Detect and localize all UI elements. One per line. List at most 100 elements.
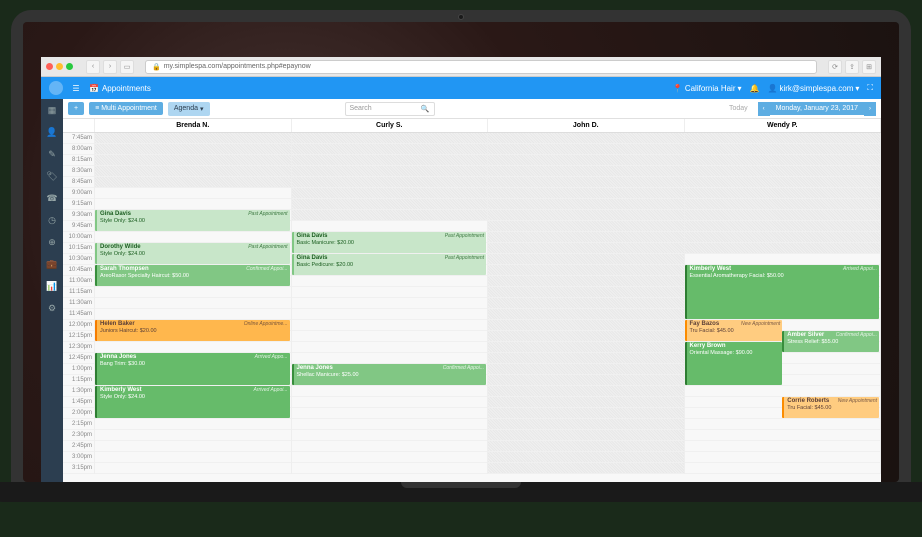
- time-label: 11:00am: [63, 276, 94, 287]
- calendar-toolbar: + ≡ Multi Appointment Agenda ▾ Search: [63, 99, 881, 119]
- staff-column[interactable]: [488, 133, 685, 474]
- appointment-block[interactable]: Gina DavisBasic Manicure: $20.00Past App…: [292, 232, 487, 253]
- staff-column[interactable]: Gina DavisBasic Manicure: $20.00Past App…: [292, 133, 489, 474]
- tab-label: Appointments: [102, 84, 151, 93]
- staff-column-header[interactable]: Brenda N.: [95, 119, 292, 132]
- person-icon[interactable]: 👤: [45, 125, 59, 139]
- app-logo[interactable]: [49, 81, 63, 95]
- appointment-service: AreoRasor Specialty Haircut: $50.00: [100, 273, 287, 280]
- time-label: 10:00am: [63, 232, 94, 243]
- time-label: 12:45pm: [63, 353, 94, 364]
- time-label: 11:45am: [63, 309, 94, 320]
- window-close[interactable]: [46, 63, 53, 70]
- appointment-block[interactable]: Sarah ThompsenAreoRasor Specialty Haircu…: [95, 265, 290, 286]
- multi-appointment-button[interactable]: ≡ Multi Appointment: [89, 102, 163, 115]
- appointment-block[interactable]: Jenna JonesShellac Manicure: $25.00Confi…: [292, 364, 487, 385]
- url-bar[interactable]: 🔒 my.simplespa.com/appointments.php#epay…: [145, 60, 817, 74]
- menu-icon[interactable]: ☰: [68, 80, 84, 96]
- time-label: 3:00pm: [63, 452, 94, 463]
- clock-icon[interactable]: ◷: [45, 213, 59, 227]
- appointment-block[interactable]: Dorothy WildeStyle Only: $24.00Past Appo…: [95, 243, 290, 264]
- user-menu[interactable]: 👤 kirk@simplespa.com ▾: [767, 84, 859, 93]
- appointment-block[interactable]: Helen BakerJuniors Haircut: $20.00Online…: [95, 320, 290, 341]
- appointment-block[interactable]: Kerry BrownOriental Massage: $90.00: [685, 342, 783, 385]
- window-maximize[interactable]: [66, 63, 73, 70]
- appointment-block[interactable]: Corrie RobertsTru Facial: $45.00New Appo…: [782, 397, 879, 418]
- time-label: 9:45am: [63, 221, 94, 232]
- appointment-service: Basic Pedicure: $20.00: [297, 262, 484, 269]
- time-label: 10:30am: [63, 254, 94, 265]
- appointment-block[interactable]: Kimberly WestEssential Aromatherapy Faci…: [685, 265, 880, 319]
- time-label: 7:45am: [63, 133, 94, 144]
- time-label: 12:30pm: [63, 342, 94, 353]
- browser-window: ‹ › ▭ 🔒 my.simplespa.com/appointments.ph…: [41, 57, 881, 482]
- app-sidebar: ▦ 👤 ✎ 🏷 ☎ ◷ ⊕ 💼 📊 ⚙: [41, 99, 63, 482]
- globe-icon[interactable]: ⊕: [45, 235, 59, 249]
- tag-icon[interactable]: 🏷: [45, 169, 59, 183]
- appointment-status: Confirmed Appoi...: [246, 266, 287, 273]
- appointment-block[interactable]: Amber SilverStress Relief: $55.00Confirm…: [782, 331, 879, 352]
- today-button[interactable]: Today: [724, 102, 753, 115]
- appointment-block[interactable]: Gina DavisBasic Pedicure: $20.00Past App…: [292, 254, 487, 275]
- chart-icon[interactable]: 📊: [45, 279, 59, 293]
- staff-column-header[interactable]: Curly S.: [292, 119, 489, 132]
- pencil-icon[interactable]: ✎: [45, 147, 59, 161]
- staff-column[interactable]: Gina DavisStyle Only: $24.00Past Appoint…: [95, 133, 292, 474]
- appointment-service: Tru Facial: $45.00: [787, 405, 876, 412]
- dashboard-icon[interactable]: ▦: [45, 103, 59, 117]
- location-name: California Hair: [685, 84, 736, 93]
- time-label: 8:45am: [63, 177, 94, 188]
- appointment-block[interactable]: Jenna JonesBang Trim: $30.00Arrived Appo…: [95, 353, 290, 385]
- location-selector[interactable]: 📍 California Hair ▾: [673, 84, 742, 93]
- time-label: 3:15pm: [63, 463, 94, 474]
- time-label: 8:30am: [63, 166, 94, 177]
- time-label: 2:00pm: [63, 408, 94, 419]
- briefcase-icon[interactable]: 💼: [45, 257, 59, 271]
- next-day-button[interactable]: ›: [864, 102, 876, 116]
- appointments-tab[interactable]: 📅 Appointments: [89, 84, 151, 93]
- gear-icon[interactable]: ⚙: [45, 301, 59, 315]
- tabs-button[interactable]: ⊞: [862, 60, 876, 74]
- staff-column-header[interactable]: Wendy P.: [685, 119, 882, 132]
- phone-icon[interactable]: ☎: [45, 191, 59, 205]
- time-label: 11:15am: [63, 287, 94, 298]
- forward-button[interactable]: ›: [103, 60, 117, 74]
- appointment-service: Bang Trim: $30.00: [100, 361, 287, 368]
- time-label: 1:15pm: [63, 375, 94, 386]
- agenda-button[interactable]: Agenda ▾: [168, 102, 210, 116]
- user-icon: 👤: [767, 84, 777, 93]
- time-label: 9:15am: [63, 199, 94, 210]
- bell-icon[interactable]: 🔔: [750, 84, 760, 93]
- time-label: 8:15am: [63, 155, 94, 166]
- calendar-icon: 📅: [89, 84, 99, 93]
- staff-column[interactable]: Kimberly WestEssential Aromatherapy Faci…: [685, 133, 882, 474]
- appointment-service: Oriental Massage: $90.00: [690, 350, 780, 357]
- reload-button[interactable]: ⟳: [828, 60, 842, 74]
- date-display[interactable]: Monday, January 23, 2017: [770, 102, 864, 115]
- staff-column-header[interactable]: John D.: [488, 119, 685, 132]
- window-minimize[interactable]: [56, 63, 63, 70]
- appointment-block[interactable]: Fay BazosTru Facial: $45.00New Appointme…: [685, 320, 783, 341]
- lock-icon: 🔒: [152, 63, 161, 71]
- appointment-service: Shellac Manicure: $25.00: [297, 372, 484, 379]
- appointment-status: Past Appointment: [248, 211, 287, 218]
- appointment-service: Tru Facial: $45.00: [690, 328, 780, 335]
- appointment-status: Past Appointment: [248, 244, 287, 251]
- sidebar-toggle[interactable]: ▭: [120, 60, 134, 74]
- fullscreen-icon[interactable]: ⛶: [867, 83, 873, 93]
- appointment-service: Stress Relief: $55.00: [787, 339, 876, 346]
- appointment-block[interactable]: Kimberly WestStyle Only: $24.00Arrived A…: [95, 386, 290, 418]
- prev-day-button[interactable]: ‹: [758, 102, 770, 116]
- appointment-status: Arrived Appo...: [255, 354, 288, 361]
- search-icon: 🔍: [421, 105, 430, 113]
- time-label: 11:30am: [63, 298, 94, 309]
- search-input[interactable]: Search 🔍: [345, 102, 435, 116]
- appointment-service: Style Only: $24.00: [100, 394, 287, 401]
- appointment-service: Style Only: $24.00: [100, 251, 287, 258]
- share-button[interactable]: ⇪: [845, 60, 859, 74]
- appointment-status: New Appointment: [741, 321, 780, 328]
- appointment-status: Confirmed Appoi...: [443, 365, 484, 372]
- add-button[interactable]: +: [68, 102, 84, 115]
- back-button[interactable]: ‹: [86, 60, 100, 74]
- appointment-block[interactable]: Gina DavisStyle Only: $24.00Past Appoint…: [95, 210, 290, 231]
